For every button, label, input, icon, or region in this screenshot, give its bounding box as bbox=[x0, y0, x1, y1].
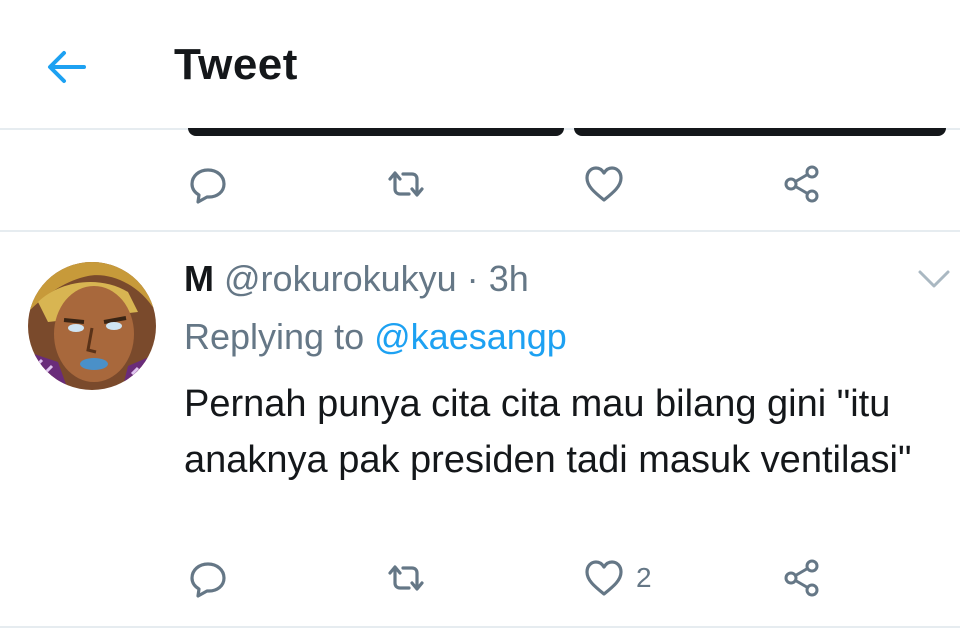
replying-to-label: Replying to bbox=[184, 316, 365, 357]
arrow-left-icon bbox=[48, 51, 86, 83]
retweet-icon bbox=[388, 565, 424, 591]
like-button[interactable]: 2 bbox=[582, 548, 652, 608]
share-icon bbox=[784, 165, 819, 203]
previous-tweet-action-bar bbox=[0, 154, 960, 214]
tweet-header: M @rokurokukyu · 3h bbox=[184, 258, 529, 300]
tweet-divider bbox=[0, 230, 960, 232]
tweet-menu-button[interactable] bbox=[914, 264, 954, 294]
back-button[interactable] bbox=[44, 44, 90, 90]
avatar[interactable] bbox=[28, 262, 156, 390]
app-header: Tweet bbox=[0, 0, 960, 130]
chevron-down-icon bbox=[918, 270, 950, 288]
reply-button[interactable] bbox=[186, 548, 230, 608]
share-button[interactable] bbox=[780, 548, 824, 608]
reply-icon bbox=[190, 168, 226, 204]
retweet-button[interactable] bbox=[384, 548, 428, 608]
heart-icon bbox=[585, 166, 623, 202]
tweet-text: Pernah punya cita cita mau bilang gini "… bbox=[184, 383, 912, 481]
bottom-divider bbox=[0, 626, 960, 628]
user-handle[interactable]: @rokurokukyu bbox=[224, 258, 457, 299]
replying-to-mention[interactable]: @kaesangp bbox=[374, 316, 567, 357]
previous-tweet-media-left[interactable] bbox=[188, 128, 564, 136]
reply-tweet-action-bar: 2 bbox=[0, 548, 960, 608]
like-count: 2 bbox=[636, 562, 652, 593]
separator-dot: · bbox=[466, 258, 479, 299]
avatar-image bbox=[28, 262, 156, 390]
reply-icon bbox=[190, 562, 226, 598]
reply-button[interactable] bbox=[186, 154, 230, 214]
like-button[interactable] bbox=[582, 154, 626, 214]
previous-tweet-media-right[interactable] bbox=[574, 128, 946, 136]
heart-icon bbox=[585, 560, 623, 596]
share-icon bbox=[784, 559, 819, 597]
page-title: Tweet bbox=[174, 40, 298, 89]
replying-to-line: Replying to @kaesangp bbox=[184, 316, 567, 358]
share-button[interactable] bbox=[780, 154, 824, 214]
retweet-icon bbox=[388, 171, 424, 197]
display-name[interactable]: M bbox=[184, 258, 214, 299]
timestamp[interactable]: 3h bbox=[489, 258, 529, 299]
retweet-button[interactable] bbox=[384, 154, 428, 214]
